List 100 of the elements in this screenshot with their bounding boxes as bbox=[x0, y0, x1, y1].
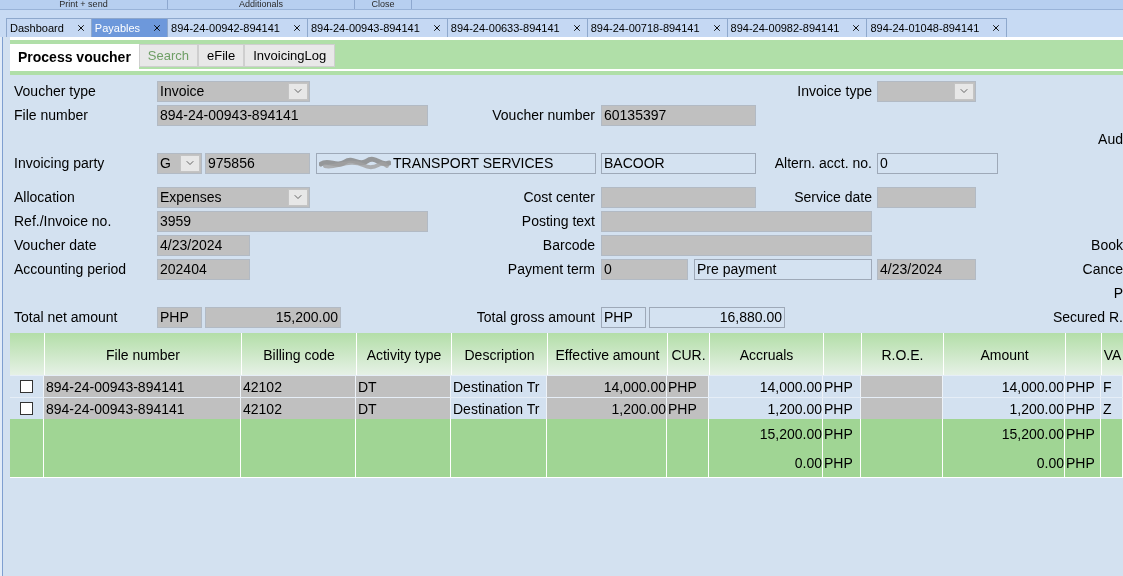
column-header[interactable]: Effective amount bbox=[547, 333, 667, 375]
close-icon[interactable] bbox=[152, 23, 163, 33]
table-cell: 894-24-00943-894141 bbox=[44, 376, 241, 397]
table-cell: 894-24-00943-894141 bbox=[44, 398, 241, 419]
input-field[interactable]: TRANSPORT SERVICES bbox=[316, 152, 596, 174]
total-value: PHP bbox=[1066, 425, 1095, 442]
table-cell: 14,000.00 bbox=[547, 376, 667, 397]
column-header[interactable]: R.O.E. bbox=[861, 333, 943, 375]
input-field[interactable]: 15,200.00 bbox=[205, 306, 341, 328]
total-value: 0.00 bbox=[1036, 454, 1064, 471]
field-label: Posting text bbox=[521, 212, 595, 230]
column-header[interactable]: File number bbox=[44, 333, 241, 375]
input-field[interactable]: BACOOR bbox=[601, 152, 756, 174]
column-header[interactable]: Billing code bbox=[241, 333, 356, 375]
close-icon[interactable] bbox=[291, 23, 302, 33]
input-field[interactable]: 16,880.00 bbox=[649, 306, 785, 328]
document-tab[interactable]: Dashboard bbox=[6, 18, 92, 37]
table-cell: Destination Tr bbox=[451, 398, 547, 419]
field-label: Invoice type bbox=[797, 82, 872, 100]
input-field[interactable]: 4/23/2024 bbox=[877, 258, 976, 280]
table-cell: Destination Tr bbox=[451, 376, 547, 397]
ribbon-group-label[interactable]: Close bbox=[371, 0, 395, 9]
field-label: Service date bbox=[794, 188, 872, 206]
close-icon[interactable] bbox=[711, 23, 722, 33]
input-field[interactable] bbox=[601, 186, 756, 208]
table-cell: PHP bbox=[823, 376, 861, 397]
table-cell: F bbox=[1101, 376, 1123, 397]
table-cell: PHP bbox=[1065, 376, 1101, 397]
field-label: Secured R. bbox=[1052, 308, 1123, 326]
table-cell: 1,200.00 bbox=[709, 398, 823, 419]
input-field[interactable]: 3959 bbox=[157, 210, 428, 232]
input-field[interactable]: Pre payment bbox=[694, 258, 872, 280]
close-icon[interactable] bbox=[851, 23, 862, 33]
table-cell: 42102 bbox=[241, 376, 356, 397]
column-header[interactable]: Description bbox=[451, 333, 547, 375]
field-label: Cost center bbox=[523, 188, 595, 206]
table-cell: PHP bbox=[667, 376, 709, 397]
total-value: 15,200.00 bbox=[759, 425, 822, 442]
table-cell: PHP bbox=[823, 398, 861, 419]
field-label: Ref./Invoice no. bbox=[14, 212, 112, 230]
input-field[interactable]: PHP bbox=[157, 306, 202, 328]
dropdown-field[interactable]: Invoice bbox=[157, 80, 310, 102]
close-icon[interactable] bbox=[431, 23, 442, 33]
input-field[interactable] bbox=[601, 210, 872, 232]
field-label: Total net amount bbox=[14, 308, 118, 326]
view-tab[interactable]: eFile bbox=[198, 44, 245, 67]
row-checkbox[interactable] bbox=[20, 380, 33, 393]
ribbon-group-label[interactable]: Print + send bbox=[59, 0, 108, 9]
table-cell: DT bbox=[356, 398, 451, 419]
column-header[interactable]: Activity type bbox=[356, 333, 451, 375]
table-cell: PHP bbox=[1065, 398, 1101, 419]
input-field[interactable] bbox=[601, 234, 872, 256]
input-field[interactable] bbox=[877, 186, 976, 208]
field-label: Payment term bbox=[507, 260, 595, 278]
field-label: Invoicing party bbox=[14, 154, 105, 172]
dropdown-field[interactable]: G bbox=[157, 152, 202, 174]
ribbon-group-label[interactable]: Additionals bbox=[239, 0, 283, 9]
total-value: PHP bbox=[1066, 454, 1095, 471]
input-field[interactable]: 202404 bbox=[157, 258, 250, 280]
column-header[interactable]: CUR. bbox=[667, 333, 709, 375]
field-label: Altern. acct. no. bbox=[774, 154, 872, 172]
total-value: 15,200.00 bbox=[1001, 425, 1064, 442]
input-field[interactable]: 60135397 bbox=[601, 104, 756, 126]
table-cell: DT bbox=[356, 376, 451, 397]
column-header[interactable]: Amount bbox=[943, 333, 1065, 375]
table-cell: 42102 bbox=[241, 398, 356, 419]
field-label: Barcode bbox=[542, 236, 595, 254]
column-header[interactable]: VA bbox=[1101, 333, 1123, 375]
close-icon[interactable] bbox=[991, 23, 1002, 33]
input-field[interactable]: 975856 bbox=[205, 152, 310, 174]
dropdown-field[interactable] bbox=[877, 80, 976, 102]
field-label: Allocation bbox=[14, 188, 75, 206]
document-tab[interactable]: 894-24-01048-894141 bbox=[866, 18, 1008, 37]
input-field[interactable]: 4/23/2024 bbox=[157, 234, 250, 256]
close-icon[interactable] bbox=[571, 23, 582, 33]
field-label: Book bbox=[1091, 236, 1123, 254]
field-label: Voucher type bbox=[14, 82, 96, 100]
input-field[interactable]: 894-24-00943-894141 bbox=[157, 104, 428, 126]
field-label: Aud bbox=[1098, 130, 1123, 148]
table-cell: 14,000.00 bbox=[709, 376, 823, 397]
table-cell: 1,200.00 bbox=[547, 398, 667, 419]
total-value: PHP bbox=[824, 454, 853, 471]
field-label: P bbox=[1113, 284, 1123, 302]
field-label: Voucher number bbox=[492, 106, 595, 124]
dropdown-field[interactable]: Expenses bbox=[157, 186, 310, 208]
view-tab[interactable]: InvoicingLog bbox=[244, 44, 336, 67]
table-cell: 14,000.00 bbox=[943, 376, 1065, 397]
input-field[interactable]: 0 bbox=[877, 152, 998, 174]
table-cell: PHP bbox=[667, 398, 709, 419]
row-checkbox[interactable] bbox=[20, 402, 33, 415]
total-value: PHP bbox=[824, 425, 853, 442]
column-header[interactable]: Accruals bbox=[709, 333, 823, 375]
table-cell: Z bbox=[1101, 398, 1123, 419]
total-value: 0.00 bbox=[794, 454, 822, 471]
field-label: Total gross amount bbox=[476, 308, 595, 326]
table-cell: 1,200.00 bbox=[943, 398, 1065, 419]
close-icon[interactable] bbox=[75, 23, 86, 33]
view-tab[interactable]: Process voucher bbox=[10, 44, 139, 69]
input-field[interactable]: 0 bbox=[601, 258, 688, 280]
input-field[interactable]: PHP bbox=[601, 306, 646, 328]
